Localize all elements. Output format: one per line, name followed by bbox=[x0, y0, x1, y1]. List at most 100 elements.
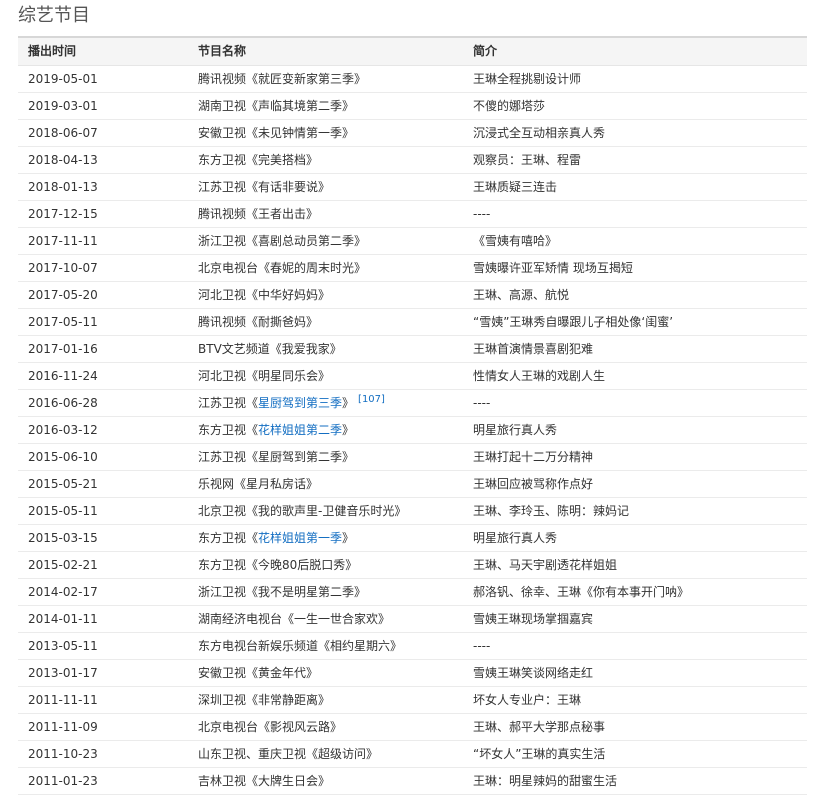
description: 郝洛钒、徐幸、王琳《你有本事开门呐》 bbox=[473, 585, 690, 599]
show-name: 吉林卫视《大牌生日会》 bbox=[188, 768, 464, 794]
table-row: 2015-05-11 北京卫视《我的歌声里-卫健音乐时光》 王琳、李玲玉、陈明：辣妈… bbox=[18, 498, 807, 525]
citation-link[interactable]: [107] bbox=[358, 394, 385, 405]
air-date: 2013-05-11 bbox=[28, 639, 98, 653]
show-name-text: 江苏卫视《星厨驾到第二季》 bbox=[198, 450, 355, 464]
description: 王琳、马天宇剧透花样姐姐 bbox=[473, 558, 618, 572]
table-row: 2018-06-07 安徽卫视《未见钟情第一季》 沉浸式全互动相亲真人秀 bbox=[18, 120, 807, 147]
description: 观察员：王琳、程雷 bbox=[473, 153, 582, 167]
show-name-text: 山东卫视、重庆卫视《超级访问》 bbox=[198, 747, 379, 761]
description: 王琳、高源、航悦 bbox=[473, 288, 570, 302]
header-air-date: 播出时间 bbox=[28, 44, 77, 58]
air-date: 2015-02-21 bbox=[28, 558, 98, 572]
table-row: 2011-11-09 北京电视台《影视风云路》 王琳、郝平大学那点秘事 bbox=[18, 714, 807, 741]
section-title: 综艺节目 bbox=[18, 5, 90, 26]
show-name-text: 乐视网《星月私房话》 bbox=[198, 477, 319, 491]
show-name: 江苏卫视《星厨驾到第二季》 bbox=[188, 444, 464, 470]
air-date: 2017-10-07 bbox=[28, 261, 98, 275]
air-date: 2015-06-10 bbox=[28, 450, 98, 464]
table-row: 2015-06-10 江苏卫视《星厨驾到第二季》 王琳打起十二万分精神 bbox=[18, 444, 807, 471]
air-date: 2011-11-11 bbox=[28, 693, 98, 707]
show-name: 腾讯视频《就匠变新家第三季》 bbox=[188, 66, 464, 92]
description: “坏女人”王琳的真实生活 bbox=[473, 747, 606, 761]
show-name: 东方卫视《花样姐姐第一季》 bbox=[188, 525, 464, 551]
show-name: 湖南卫视《声临其境第二季》 bbox=[188, 93, 464, 119]
table-row: 2016-03-12 东方卫视《花样姐姐第二季》 明星旅行真人秀 bbox=[18, 417, 807, 444]
show-name: 东方卫视《今晚80后脱口秀》 bbox=[188, 552, 464, 578]
table-row: 2011-10-23 山东卫视、重庆卫视《超级访问》 “坏女人”王琳的真实生活 bbox=[18, 741, 807, 768]
show-name: 河北卫视《明星同乐会》 bbox=[188, 363, 464, 389]
air-date: 2018-01-13 bbox=[28, 180, 98, 194]
show-name-text: 吉林卫视《大牌生日会》 bbox=[198, 774, 331, 788]
show-name: BTV文艺频道《我爱我家》 bbox=[188, 336, 464, 362]
table-row: 2018-04-13 东方卫视《完美搭档》 观察员：王琳、程雷 bbox=[18, 147, 807, 174]
description: 王琳打起十二万分精神 bbox=[473, 450, 594, 464]
air-date: 2014-02-17 bbox=[28, 585, 98, 599]
show-name-text: 深圳卫视《非常静距离》 bbox=[198, 693, 331, 707]
show-name: 山东卫视、重庆卫视《超级访问》 bbox=[188, 741, 464, 767]
description: 明星旅行真人秀 bbox=[473, 531, 558, 545]
show-name: 江苏卫视《有话非要说》 bbox=[188, 174, 464, 200]
table-row: 2017-01-16 BTV文艺频道《我爱我家》 王琳首演情景喜剧犯难 bbox=[18, 336, 807, 363]
show-name-text: 北京卫视《我的歌声里-卫健音乐时光》 bbox=[198, 504, 407, 518]
description: 王琳回应被骂称作点好 bbox=[473, 477, 594, 491]
header-description: 简介 bbox=[473, 44, 498, 58]
show-link[interactable]: 花样姐姐第二季 bbox=[258, 423, 342, 437]
description: ---- bbox=[473, 639, 491, 653]
description: 雪姨王琳现场掌掴嘉宾 bbox=[473, 612, 594, 626]
show-link[interactable]: 花样姐姐第一季 bbox=[258, 531, 342, 545]
table-row: 2017-12-15 腾讯视频《王者出击》 ---- bbox=[18, 201, 807, 228]
air-date: 2015-05-21 bbox=[28, 477, 98, 491]
show-name-text: 湖南卫视《声临其境第二季》 bbox=[198, 99, 355, 113]
show-name-text: 江苏卫视《有话非要说》 bbox=[198, 180, 331, 194]
air-date: 2017-01-16 bbox=[28, 342, 98, 356]
show-name: 北京电视台《影视风云路》 bbox=[188, 714, 464, 740]
air-date: 2017-11-11 bbox=[28, 234, 98, 248]
description: 雪姨王琳笑谈网络走红 bbox=[473, 666, 594, 680]
table-row: 2011-01-23 吉林卫视《大牌生日会》 王琳：明星辣妈的甜蜜生活 bbox=[18, 768, 807, 795]
table-row: 2019-03-01 湖南卫视《声临其境第二季》 不傻的娜塔莎 bbox=[18, 93, 807, 120]
show-name: 浙江卫视《喜剧总动员第二季》 bbox=[188, 228, 464, 254]
show-name-text: 江苏卫视《 bbox=[198, 396, 259, 410]
table-body: 2019-05-01 腾讯视频《就匠变新家第三季》 王琳全程挑剔设计师 2019-03… bbox=[18, 66, 807, 795]
table-header: 播出时间 节目名称 简介 bbox=[18, 38, 807, 66]
show-name-text: 安徽卫视《未见钟情第一季》 bbox=[198, 126, 355, 140]
show-name: 湖南经济电视台《一生一世合家欢》 bbox=[188, 606, 464, 632]
description: “雪姨”王琳秀自曝跟儿子相处像‘闺蜜’ bbox=[473, 315, 674, 329]
air-date: 2016-03-12 bbox=[28, 423, 98, 437]
table-row: 2016-06-28 江苏卫视《星厨驾到第三季》 [107] ---- bbox=[18, 390, 807, 417]
air-date: 2017-12-15 bbox=[28, 207, 98, 221]
description: 王琳全程挑剔设计师 bbox=[473, 72, 582, 86]
show-name-text: BTV文艺频道《我爱我家》 bbox=[198, 342, 342, 356]
show-link[interactable]: 星厨驾到第三季 bbox=[258, 396, 342, 410]
air-date: 2015-05-11 bbox=[28, 504, 98, 518]
show-name-text: 东方电视台新娱乐频道《相约星期六》 bbox=[198, 639, 403, 653]
table-row: 2018-01-13 江苏卫视《有话非要说》 王琳质疑三连击 bbox=[18, 174, 807, 201]
header-show-name: 节目名称 bbox=[198, 44, 247, 58]
table-row: 2014-01-11 湖南经济电视台《一生一世合家欢》 雪姨王琳现场掌掴嘉宾 bbox=[18, 606, 807, 633]
table-row: 2017-05-11 腾讯视频《耐撕爸妈》 “雪姨”王琳秀自曝跟儿子相处像‘闺蜜’ bbox=[18, 309, 807, 336]
table-row: 2016-11-24 河北卫视《明星同乐会》 性情女人王琳的戏剧人生 bbox=[18, 363, 807, 390]
show-name-text: 北京电视台《春妮的周末时光》 bbox=[198, 261, 367, 275]
air-date: 2017-05-20 bbox=[28, 288, 98, 302]
show-name: 东方卫视《完美搭档》 bbox=[188, 147, 464, 173]
air-date: 2016-11-24 bbox=[28, 369, 98, 383]
air-date: 2013-01-17 bbox=[28, 666, 98, 680]
show-name: 东方电视台新娱乐频道《相约星期六》 bbox=[188, 633, 464, 659]
show-name-text: 河北卫视《中华好妈妈》 bbox=[198, 288, 331, 302]
description: 沉浸式全互动相亲真人秀 bbox=[473, 126, 606, 140]
show-name-suffix: 》 bbox=[342, 423, 355, 437]
table-row: 2014-02-17 浙江卫视《我不是明星第二季》 郝洛钒、徐幸、王琳《你有本事开门… bbox=[18, 579, 807, 606]
description: 性情女人王琳的戏剧人生 bbox=[473, 369, 606, 383]
show-name-text: 河北卫视《明星同乐会》 bbox=[198, 369, 331, 383]
show-name-text: 腾讯视频《王者出击》 bbox=[198, 207, 319, 221]
description: 不傻的娜塔莎 bbox=[473, 99, 546, 113]
air-date: 2018-04-13 bbox=[28, 153, 98, 167]
description: 王琳、郝平大学那点秘事 bbox=[473, 720, 606, 734]
air-date: 2018-06-07 bbox=[28, 126, 98, 140]
show-name-text: 东方卫视《 bbox=[198, 531, 259, 545]
show-name: 腾讯视频《耐撕爸妈》 bbox=[188, 309, 464, 335]
show-name: 腾讯视频《王者出击》 bbox=[188, 201, 464, 227]
show-name-text: 浙江卫视《我不是明星第二季》 bbox=[198, 585, 367, 599]
table-row: 2015-03-15 东方卫视《花样姐姐第一季》 明星旅行真人秀 bbox=[18, 525, 807, 552]
table-row: 2017-05-20 河北卫视《中华好妈妈》 王琳、高源、航悦 bbox=[18, 282, 807, 309]
